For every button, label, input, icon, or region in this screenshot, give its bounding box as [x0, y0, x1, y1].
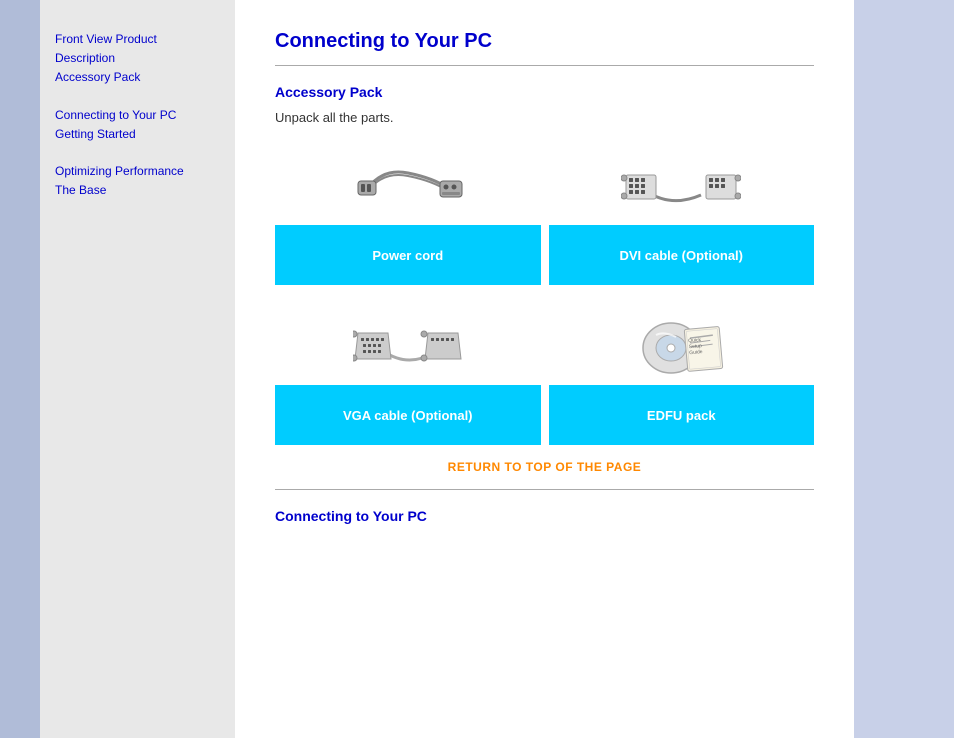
accessory-row-2: VGA cable (Optional) — [275, 305, 814, 445]
svg-text:Guide: Guide — [689, 349, 703, 356]
top-divider — [275, 65, 814, 66]
sidebar-group-3: Optimizing Performance The Base — [55, 162, 220, 200]
accessory-cell-power-cord: Power cord — [275, 145, 541, 285]
power-cord-image — [343, 145, 473, 225]
vga-cable-icon — [353, 313, 463, 378]
sidebar-item-getting-started[interactable]: Getting Started — [55, 125, 220, 144]
edfu-pack-label: EDFU pack — [549, 385, 815, 445]
left-decorative-bar — [0, 0, 40, 738]
sidebar-group-2: Connecting to Your PC Getting Started — [55, 106, 220, 144]
main-content: Connecting to Your PC Accessory Pack Unp… — [235, 0, 854, 738]
edfu-pack-image: Quick Setup Guide — [616, 305, 746, 385]
accessory-row-1: Power cord — [275, 145, 814, 285]
return-to-top-link[interactable]: RETURN TO TOP OF THE PAGE — [275, 445, 814, 489]
right-decorative-bar — [854, 0, 954, 738]
row2-divider — [541, 305, 549, 445]
section-title: Accessory Pack — [275, 84, 814, 100]
dvi-cable-icon — [621, 153, 741, 218]
power-cord-label: Power cord — [275, 225, 541, 285]
second-section-title: Connecting to Your PC — [275, 508, 814, 524]
vga-cable-label: VGA cable (Optional) — [275, 385, 541, 445]
bottom-divider — [275, 489, 814, 490]
page-title: Connecting to Your PC — [275, 30, 814, 53]
accessory-cell-dvi: DVI cable (Optional) — [549, 145, 815, 285]
edfu-pack-icon: Quick Setup Guide — [626, 313, 736, 378]
dvi-cable-image — [611, 145, 751, 225]
sidebar: Front View Product Description Accessory… — [40, 0, 235, 738]
sidebar-item-base[interactable]: The Base — [55, 181, 220, 200]
sidebar-item-optimizing[interactable]: Optimizing Performance — [55, 162, 220, 181]
vga-cable-image — [343, 305, 473, 385]
accessory-cell-edfu: Quick Setup Guide EDFU pack — [549, 305, 815, 445]
row-spacer-1 — [275, 285, 814, 305]
sidebar-item-front-view[interactable]: Front View Product Description — [55, 30, 220, 68]
unpack-text: Unpack all the parts. — [275, 110, 814, 125]
sidebar-item-accessory-pack[interactable]: Accessory Pack — [55, 68, 220, 87]
dvi-cable-label: DVI cable (Optional) — [549, 225, 815, 285]
accessory-cell-vga: VGA cable (Optional) — [275, 305, 541, 445]
sidebar-group-1: Front View Product Description Accessory… — [55, 30, 220, 88]
sidebar-item-connecting[interactable]: Connecting to Your PC — [55, 106, 220, 125]
row1-divider — [541, 145, 549, 285]
power-cord-icon — [353, 153, 463, 218]
